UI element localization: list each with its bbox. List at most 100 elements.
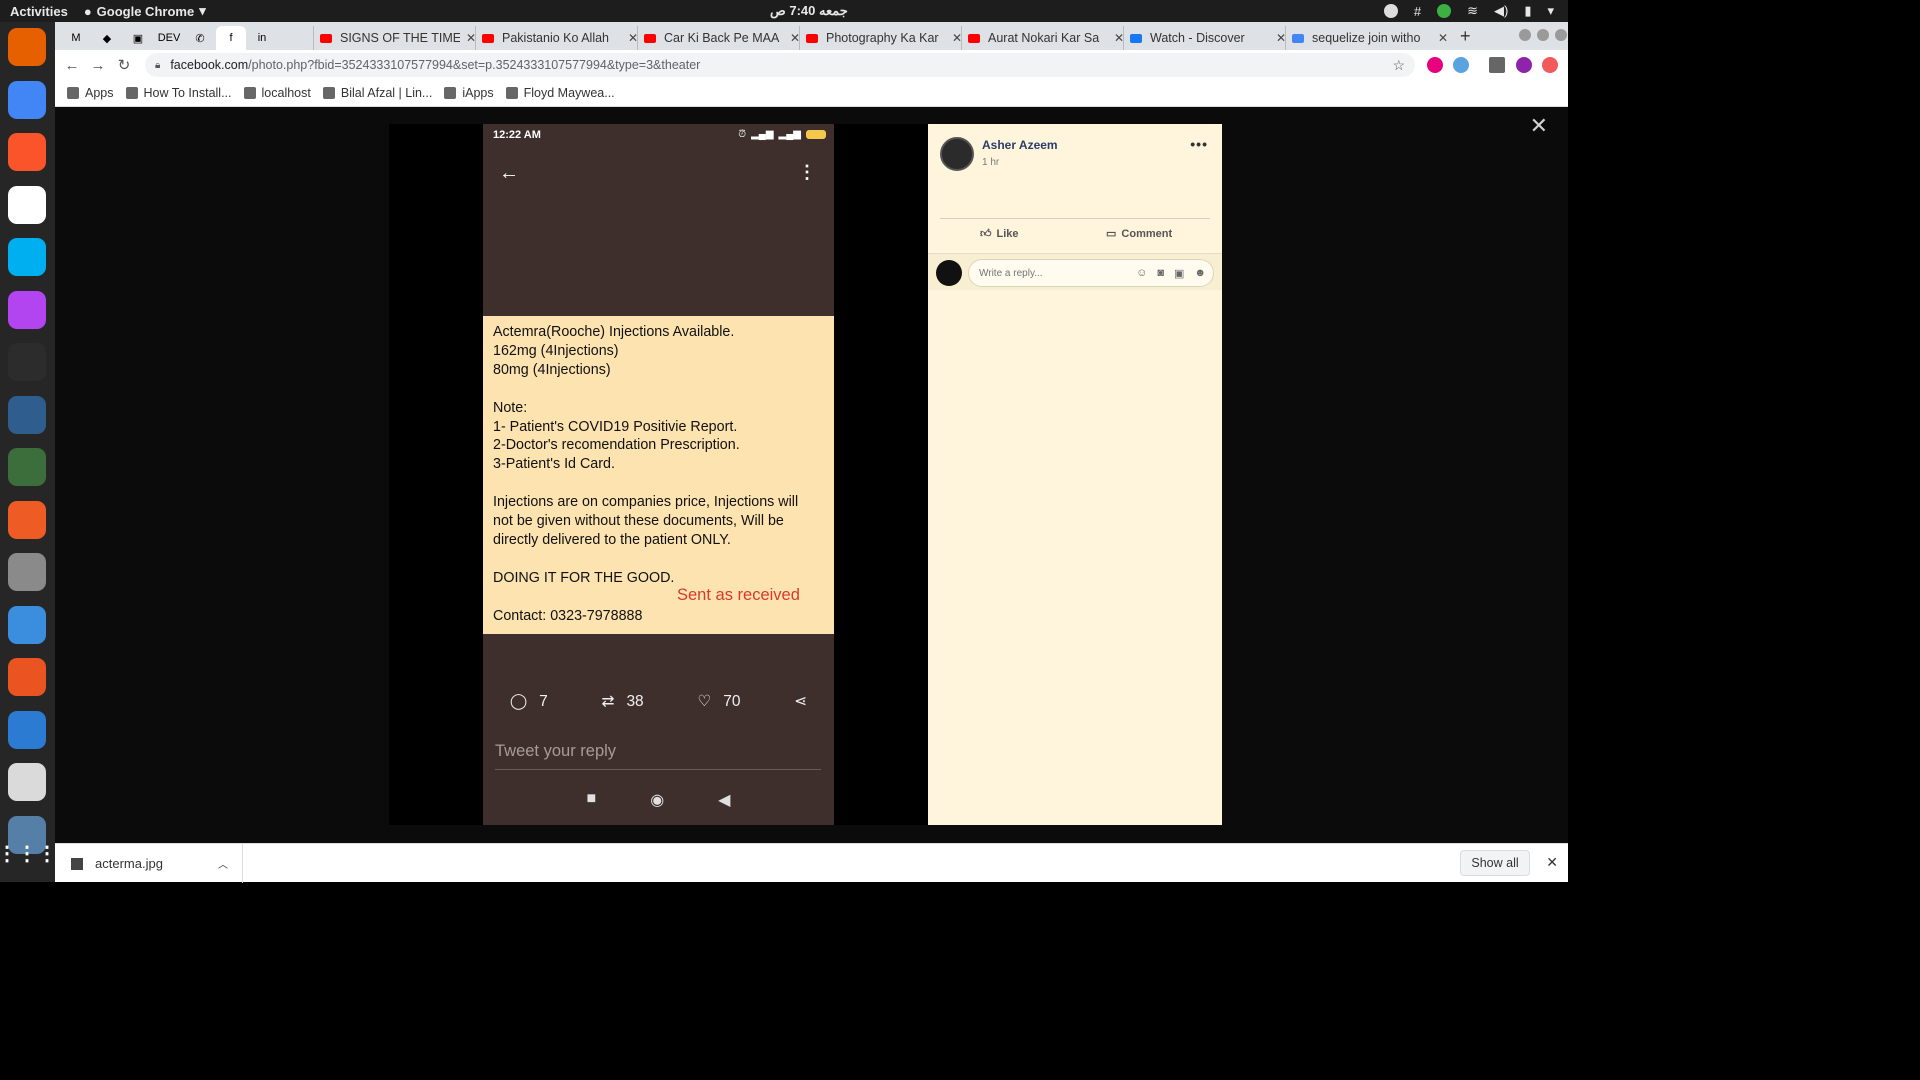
- browser-toolbar: ← → ↻ 🔒︎ facebook.com /photo.php?fbid=35…: [55, 50, 1568, 80]
- apps-grid-icon: [67, 87, 79, 99]
- bookmark-item[interactable]: How To Install...: [125, 86, 232, 100]
- reply-count: ◯ 7: [510, 692, 548, 711]
- post-time[interactable]: 1 hr: [982, 157, 999, 168]
- pinned-tab[interactable]: M: [61, 26, 91, 50]
- close-viewer-icon[interactable]: ✕: [1530, 113, 1548, 139]
- divider: [940, 218, 1210, 219]
- tab-favicon-icon: [320, 33, 332, 43]
- forward-icon[interactable]: →: [85, 57, 111, 74]
- postman-icon[interactable]: [8, 500, 46, 539]
- bookmark-item[interactable]: Floyd Maywea...: [505, 86, 615, 100]
- author-name[interactable]: Asher Azeem: [982, 138, 1058, 152]
- bookmark-item[interactable]: Apps: [67, 86, 114, 100]
- pinned-tab[interactable]: ▣: [123, 26, 153, 50]
- chevron-down-icon[interactable]: ▾: [1547, 3, 1554, 19]
- software-center-icon[interactable]: [8, 658, 46, 696]
- minimize-icon[interactable]: [1519, 29, 1531, 41]
- slack-icon[interactable]: [8, 185, 46, 224]
- reload-icon[interactable]: ↻: [111, 56, 137, 74]
- pinned-tab[interactable]: f: [216, 26, 246, 50]
- tab-favicon-icon: [1130, 33, 1142, 43]
- clock[interactable]: جمعه 7:40 ص: [770, 3, 848, 19]
- bookmark-item[interactable]: localhost: [243, 86, 311, 100]
- extension-icon[interactable]: [1427, 57, 1443, 73]
- robo3t-icon[interactable]: [8, 448, 46, 486]
- show-applications-icon[interactable]: ⋮⋮⋮: [0, 834, 57, 872]
- reply-tools: ☺ ◙ ▣ ☻: [1136, 267, 1206, 280]
- retweet-count: ⇄ 38: [601, 692, 643, 711]
- pinned-tab[interactable]: ◆: [92, 26, 122, 50]
- like-label: Like: [996, 227, 1019, 240]
- wifi-icon[interactable]: ≋: [1467, 3, 1478, 19]
- record-icon[interactable]: [1383, 4, 1398, 18]
- close-window-icon[interactable]: [1555, 29, 1567, 41]
- extension-icon[interactable]: [1453, 57, 1469, 73]
- browser-tab[interactable]: Car Ki Back Pe MAA ✕: [637, 26, 800, 50]
- recents-icon: ■: [586, 790, 597, 807]
- note-line: not be given without these documents, Wi…: [493, 513, 784, 530]
- new-tab-button[interactable]: +: [1460, 26, 1471, 47]
- app-menu[interactable]: ● Google Chrome ▾: [84, 3, 206, 19]
- chrome-icon[interactable]: [8, 80, 46, 119]
- chevron-down-icon: ▾: [199, 3, 206, 18]
- browser-tab[interactable]: Photography Ka Kar ✕: [799, 26, 962, 50]
- mysql-workbench-icon[interactable]: [8, 395, 46, 434]
- bookmark-star-icon[interactable]: ☆: [1392, 57, 1405, 74]
- browser-tab[interactable]: SIGNS OF THE TIMES ✕: [313, 26, 476, 50]
- back-icon[interactable]: ←: [59, 57, 85, 74]
- bookmark-item[interactable]: Bilal Afzal | Lin...: [322, 86, 432, 100]
- extension-icon[interactable]: [1542, 57, 1558, 73]
- browser-tab[interactable]: Aurat Nokari Kar Sa ✕: [961, 26, 1124, 50]
- brave-icon[interactable]: [8, 133, 46, 171]
- tab-label: sequelize join witho: [1312, 31, 1421, 45]
- more-options-icon[interactable]: •••: [1190, 136, 1208, 152]
- url-host: facebook.com: [170, 58, 249, 72]
- media-icon[interactable]: [1489, 57, 1505, 73]
- comment-label: Comment: [1121, 227, 1173, 240]
- maximize-icon[interactable]: [1537, 29, 1549, 41]
- comment-button[interactable]: ▭ Comment: [1106, 227, 1173, 241]
- pinned-tab[interactable]: in: [247, 26, 277, 50]
- bookmark-item[interactable]: iApps: [444, 86, 494, 100]
- battery-icon[interactable]: ▮: [1524, 3, 1531, 19]
- phpstorm-icon[interactable]: [8, 290, 46, 329]
- thunderbird-icon[interactable]: [8, 710, 46, 749]
- download-item[interactable]: acterma.jpg ︿: [55, 844, 243, 883]
- bookmark-favicon-icon: [444, 87, 457, 99]
- emoji-icon[interactable]: ☺: [1136, 267, 1147, 280]
- profile-avatar[interactable]: [1516, 57, 1532, 73]
- like-button[interactable]: 👍︎ Like: [980, 227, 1019, 241]
- close-tab-icon[interactable]: ✕: [1438, 31, 1448, 45]
- close-download-bar-icon[interactable]: ✕: [1546, 854, 1558, 871]
- browser-tab[interactable]: Watch - Discover ✕: [1123, 26, 1286, 50]
- pinned-tab[interactable]: DEV: [154, 26, 184, 50]
- note-line: 2-Doctor's recomendation Prescription.: [493, 437, 740, 454]
- skype-icon[interactable]: [8, 238, 46, 276]
- browser-tab[interactable]: Pakistanio Ko Allah ✕: [475, 26, 638, 50]
- author-avatar[interactable]: [940, 137, 974, 171]
- chevron-up-icon[interactable]: ︿: [218, 856, 228, 871]
- files-icon[interactable]: [8, 553, 46, 591]
- gif-icon[interactable]: ▣: [1174, 267, 1184, 280]
- volume-icon[interactable]: ◀): [1494, 3, 1508, 19]
- lock-icon[interactable]: 🔒︎: [155, 60, 160, 71]
- activities-button[interactable]: Activities: [10, 4, 68, 19]
- pinned-tab[interactable]: ✆: [185, 26, 215, 50]
- firefox-icon[interactable]: [8, 28, 46, 66]
- phone-time: 12:22 AM: [493, 129, 541, 141]
- slack-tray-icon[interactable]: #: [1414, 4, 1421, 19]
- rhythmbox-icon[interactable]: [8, 763, 46, 801]
- tab-strip: + M ◆ ▣ DEV ✆ f in SIGNS OF THE TIMES ✕ Pakistani…: [55, 22, 1568, 50]
- check-icon[interactable]: [1437, 4, 1452, 18]
- tab-favicon-icon: [482, 33, 494, 43]
- tab-favicon-icon: [1292, 33, 1304, 43]
- signal-icon: ▂▄▆: [778, 129, 801, 140]
- sticker-icon[interactable]: ☻: [1194, 267, 1206, 280]
- download-bar: acterma.jpg ︿ Show all ✕: [55, 843, 1568, 883]
- show-all-button[interactable]: Show all: [1460, 850, 1530, 876]
- address-bar[interactable]: 🔒︎ facebook.com /photo.php?fbid=35243331…: [145, 53, 1415, 77]
- help-icon[interactable]: [8, 605, 46, 644]
- browser-tab[interactable]: sequelize join witho ✕: [1285, 26, 1448, 50]
- camera-icon[interactable]: ◙: [1157, 267, 1164, 280]
- terminal-icon[interactable]: [8, 343, 46, 381]
